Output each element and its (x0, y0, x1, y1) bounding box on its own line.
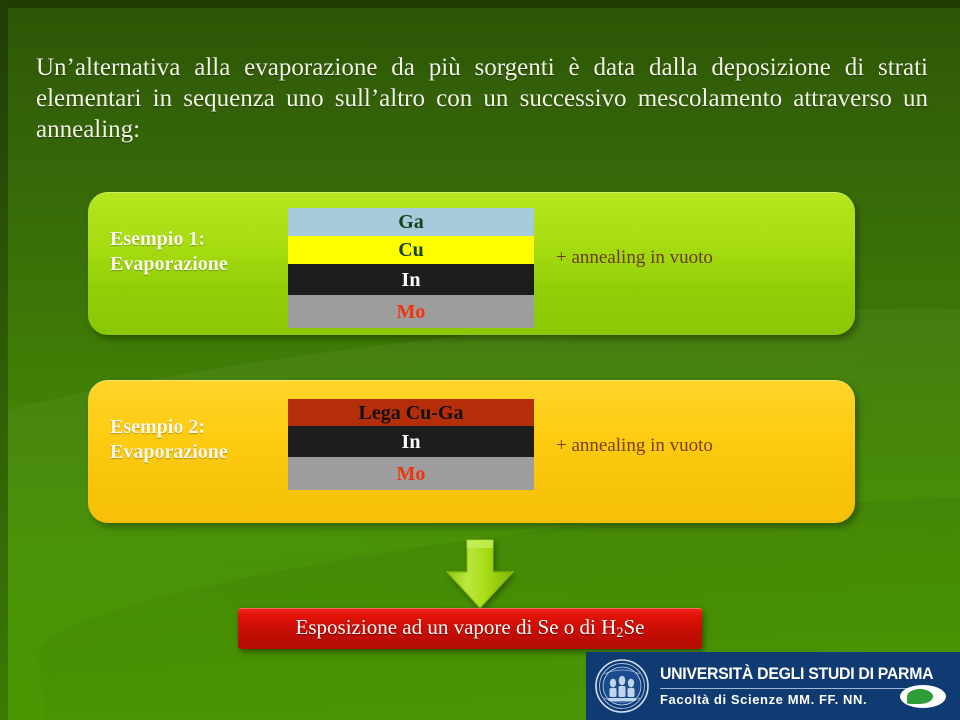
layer-stack-2: Lega Cu-Ga In Mo (288, 399, 534, 490)
faculty-badge-icon (900, 685, 946, 708)
layer-in: In (288, 426, 534, 457)
layer-lega-cu-ga: Lega Cu-Ga (288, 399, 534, 426)
down-arrow-icon (445, 539, 515, 609)
exposure-text-after: Se (623, 615, 645, 640)
layer-mo: Mo (288, 295, 534, 328)
layer-stack-1: Ga Cu In Mo (288, 208, 534, 328)
layer-mo: Mo (288, 457, 534, 490)
layer-cu-label: Cu (398, 239, 424, 261)
exposure-banner: Esposizione ad un vapore di Se o di H2Se (238, 608, 702, 649)
layer-ga-label: Ga (398, 211, 424, 233)
layer-in-label: In (401, 430, 421, 453)
layer-cu: Cu (288, 236, 534, 264)
example-panel-1: Esempio 1: Evaporazione Ga Cu In Mo + ann… (88, 192, 855, 335)
layer-ga: Ga (288, 208, 534, 236)
exposure-banner-text: Esposizione ad un vapore di Se o di H2Se (296, 615, 645, 642)
example-1-label: Esempio 1: Evaporazione (110, 228, 228, 275)
university-seal-icon (595, 659, 649, 713)
layer-mo-label: Mo (396, 300, 426, 323)
slide-title-text: Un’alternativa alla evaporazione da più … (36, 54, 928, 143)
faculty-badge-shape (907, 689, 933, 704)
university-name: UNIVERSITÀ DEGLI STUDI DI PARMA (660, 665, 934, 683)
layer-mo-label: Mo (396, 462, 426, 485)
layer-in: In (288, 264, 534, 295)
example-2-annealing-note: + annealing in vuoto (556, 435, 713, 456)
example-panel-2: Esempio 2: Evaporazione Lega Cu-Ga In Mo … (88, 380, 855, 523)
example-1-annealing-note: + annealing in vuoto (556, 247, 713, 268)
layer-lega-cu-ga-label: Lega Cu-Ga (358, 401, 464, 424)
presentation-slide: Un’alternativa alla evaporazione da più … (0, 0, 960, 720)
university-logo-bar: UNIVERSITÀ DEGLI STUDI DI PARMA Facoltà … (586, 652, 960, 720)
exposure-text-before: Esposizione ad un vapore di Se o di H (295, 615, 617, 640)
slide-left-edge (0, 0, 8, 720)
logo-divider (660, 688, 928, 689)
example-2-label: Esempio 2: Evaporazione (110, 416, 228, 463)
slide-top-edge (0, 0, 960, 8)
layer-in-label: In (401, 268, 421, 291)
